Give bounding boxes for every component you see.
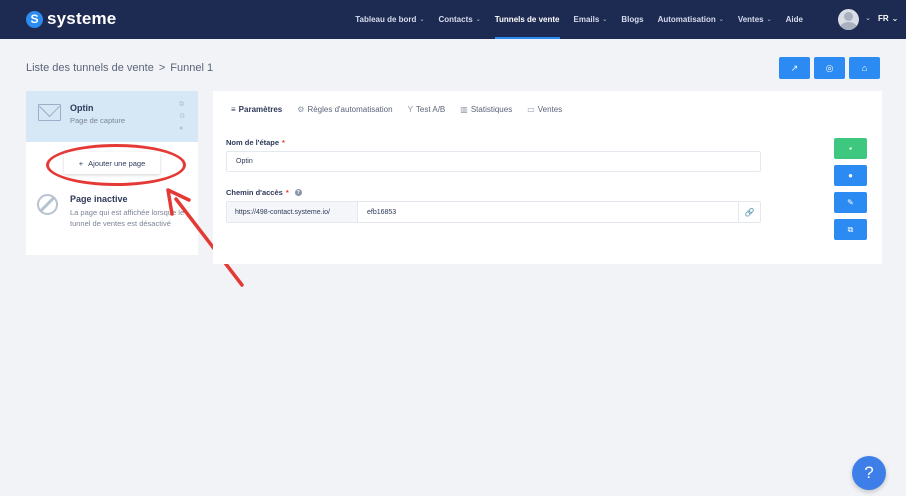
save-button[interactable]: ▪ xyxy=(834,138,867,159)
chevron-down-icon[interactable]: ⌄ xyxy=(865,14,871,22)
breadcrumb-parent-link[interactable]: Liste des tunnels de vente xyxy=(26,62,154,74)
help-icon[interactable]: ? xyxy=(294,189,302,196)
envelope-icon xyxy=(38,104,61,121)
step-controls: ⧉ ⚙ ● xyxy=(179,100,185,133)
chevron-down-icon: ⌄ xyxy=(419,17,425,23)
step-tabs: ≡ Paramètres ⚙ Règles d'automatisation Y Te… xyxy=(231,101,562,118)
tab-sales[interactable]: ▭ Ventes xyxy=(527,101,562,118)
breadcrumb-current: Funnel 1 xyxy=(170,62,214,74)
step-name: Optin xyxy=(70,103,94,113)
tab-parametres[interactable]: ≡ Paramètres xyxy=(231,101,282,118)
help-chat-button[interactable]: ? xyxy=(852,456,886,490)
chevron-down-icon: ⌄ xyxy=(718,17,724,23)
tab-label: Ventes xyxy=(537,105,563,114)
link-icon[interactable]: 🔗 xyxy=(738,202,760,222)
top-navbar: S systeme Tableau de bord ⌄ Contacts ⌄ Tun… xyxy=(0,0,906,39)
edit-page-button[interactable]: ✎ xyxy=(834,192,867,213)
nav-label: Blogs xyxy=(621,15,644,24)
edit-icon: ✎ xyxy=(847,198,854,207)
nav-item-funnels[interactable]: Tunnels de vente xyxy=(488,0,567,39)
nav-item-emails[interactable]: Emails ⌄ xyxy=(567,0,615,39)
nav-item-automation[interactable]: Automatisation ⌄ xyxy=(651,0,731,39)
logo-badge-icon: S xyxy=(26,10,43,28)
split-icon: Y xyxy=(407,105,413,114)
path-label: Chemin d'accès * ? xyxy=(226,188,302,197)
tab-automation-rules[interactable]: ⚙ Règles d'automatisation xyxy=(297,101,392,118)
chevron-down-icon: ⌄ xyxy=(475,17,481,23)
question-icon: ? xyxy=(864,463,874,482)
nav-item-help[interactable]: Aide xyxy=(779,0,810,39)
user-avatar[interactable] xyxy=(838,9,859,30)
delete-icon[interactable]: ● xyxy=(179,124,185,133)
step-type: Page de capture xyxy=(70,116,126,125)
step-settings-panel: ≡ Paramètres ⚙ Règles d'automatisation Y Te… xyxy=(213,91,882,264)
copy-icon: ⧉ xyxy=(847,224,854,234)
step-name-label: Nom de l'étape * xyxy=(226,138,285,147)
funnel-settings-button[interactable]: ◎ xyxy=(814,57,845,79)
required-mark: * xyxy=(285,188,289,197)
tab-statistics[interactable]: ▥ Statistiques xyxy=(460,101,512,118)
money-icon: ▭ xyxy=(527,105,535,114)
language-label: FR xyxy=(878,14,889,23)
brand-name: systeme xyxy=(47,9,117,28)
forbidden-icon xyxy=(37,194,58,215)
annotation-highlight-circle xyxy=(46,144,186,186)
tab-label: Statistiques xyxy=(470,105,513,114)
step-side-actions: ▪ ● ✎ ⧉ xyxy=(834,138,867,240)
breadcrumb: Liste des tunnels de vente > Funnel 1 xyxy=(26,62,213,74)
brand-logo[interactable]: S systeme xyxy=(26,9,116,29)
nav-label: Automatisation xyxy=(657,15,716,24)
inactive-page-title[interactable]: Page inactive xyxy=(70,194,128,204)
required-mark: * xyxy=(282,138,285,147)
nav-label: Aide xyxy=(785,15,803,24)
chevron-down-icon: ⌄ xyxy=(602,17,608,23)
external-link-icon: ↗ xyxy=(790,62,799,73)
path-prefix: https://498-contact.systeme.io/ xyxy=(227,202,358,222)
nav-label: Ventes xyxy=(737,15,764,24)
cogs-icon: ⚙ xyxy=(297,105,305,114)
inactive-page-description: La page qui est affichée lorsque le tunn… xyxy=(70,208,185,228)
nav-label: Tunnels de vente xyxy=(494,15,560,24)
label-text: Nom de l'étape xyxy=(226,138,280,147)
tab-ab-test[interactable]: Y Test A/B xyxy=(408,101,446,118)
list-icon: ≡ xyxy=(231,105,236,114)
tab-label: Paramètres xyxy=(238,105,283,114)
tab-label: Test A/B xyxy=(415,105,446,114)
funnel-shop-button[interactable]: ⌂ xyxy=(849,57,880,79)
copy-link-button[interactable]: ⧉ xyxy=(834,219,867,240)
path-input-group: https://498-contact.systeme.io/ efb16853… xyxy=(226,201,761,223)
path-input[interactable]: efb16853 xyxy=(358,202,738,222)
main-menu: Tableau de bord ⌄ Contacts ⌄ Tunnels de ve… xyxy=(348,0,810,39)
settings-icon[interactable]: ⚙ xyxy=(179,112,185,121)
label-text: Chemin d'accès xyxy=(226,188,283,197)
step-item-optin[interactable]: Optin Page de capture ⧉ ⚙ ● xyxy=(26,91,198,142)
nav-item-blogs[interactable]: Blogs xyxy=(614,0,650,39)
chevron-down-icon: ⌄ xyxy=(766,17,772,23)
nav-label: Contacts xyxy=(438,15,473,24)
step-name-input[interactable]: Optin xyxy=(226,151,761,172)
preview-button[interactable]: ● xyxy=(834,165,867,186)
bar-chart-icon: ▥ xyxy=(460,105,468,114)
eye-icon: ● xyxy=(848,171,853,180)
language-selector[interactable]: FR ⌄ xyxy=(878,14,898,23)
breadcrumb-separator: > xyxy=(158,62,166,74)
tab-label: Règles d'automatisation xyxy=(307,105,393,114)
nav-label: Emails xyxy=(573,15,600,24)
shop-icon: ⌂ xyxy=(861,63,868,73)
funnel-actions: ↗ ◎ ⌂ xyxy=(779,57,880,79)
nav-item-sales[interactable]: Ventes ⌄ xyxy=(731,0,779,39)
duplicate-icon[interactable]: ⧉ xyxy=(179,100,185,109)
chevron-down-icon: ⌄ xyxy=(891,14,899,23)
gear-icon: ◎ xyxy=(825,62,834,73)
nav-item-dashboard[interactable]: Tableau de bord ⌄ xyxy=(348,0,431,39)
open-funnel-button[interactable]: ↗ xyxy=(779,57,810,79)
nav-label: Tableau de bord xyxy=(355,15,417,24)
step-name-value: Optin xyxy=(236,158,253,165)
save-icon: ▪ xyxy=(849,144,852,153)
nav-item-contacts[interactable]: Contacts ⌄ xyxy=(431,0,487,39)
